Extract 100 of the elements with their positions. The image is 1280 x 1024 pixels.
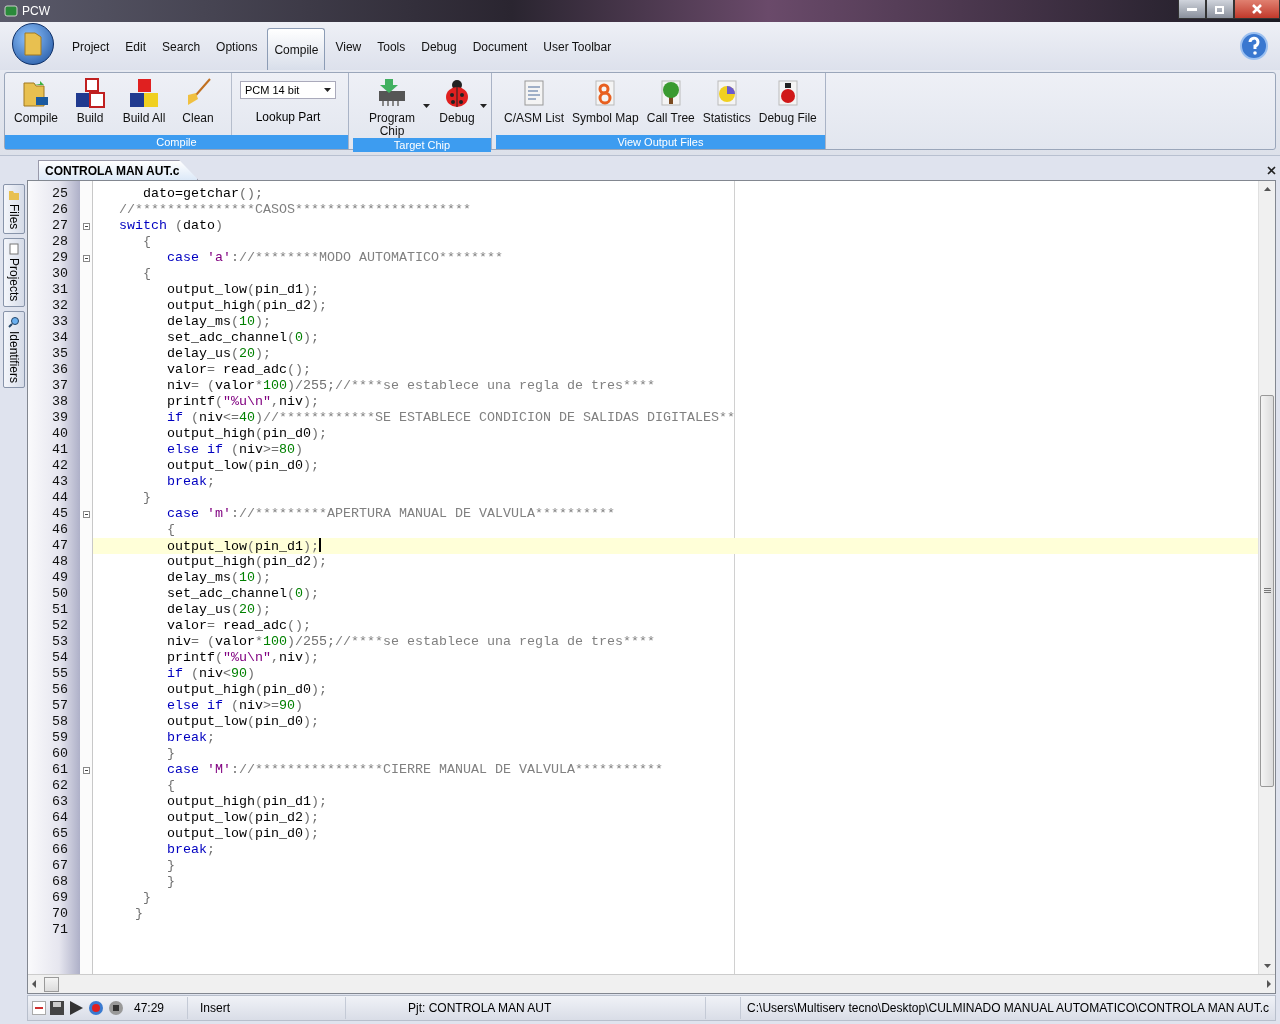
menu-tab[interactable]: User Toolbar [535, 40, 620, 70]
code-line: output_low(pin_d0); [165, 458, 319, 474]
code-line: output_high(pin_d1); [165, 794, 327, 810]
code-line: printf("%u\n",niv); [165, 650, 319, 666]
ribbon-button[interactable]: Clean [171, 73, 225, 135]
line-number: 61 [51, 762, 69, 778]
folder-icon [7, 189, 20, 201]
line-number: 35 [51, 346, 69, 362]
line-number: 56 [51, 682, 69, 698]
line-number: 29 [51, 250, 69, 266]
ribbon-button[interactable]: Debug File [754, 73, 821, 135]
horizontal-scrollbar-thumb[interactable] [44, 976, 59, 992]
line-number: 68 [51, 874, 69, 890]
fold-toggle[interactable] [83, 222, 90, 230]
line-number: 37 [51, 378, 69, 394]
menu-tab[interactable]: Document [464, 40, 536, 70]
fold-toggle[interactable] [83, 254, 90, 262]
grip-icon [1263, 588, 1271, 594]
save-icon[interactable] [50, 1001, 64, 1015]
line-number: 50 [51, 586, 69, 602]
application-button[interactable] [12, 23, 54, 65]
line-number: 43 [51, 474, 69, 490]
menu-tab[interactable]: Edit [117, 40, 155, 70]
line-number: 63 [51, 794, 69, 810]
line-number: 39 [51, 410, 69, 426]
menu-tab[interactable]: Search [154, 40, 209, 70]
line-number: 38 [51, 394, 69, 410]
line-number: 30 [51, 266, 69, 282]
menu-tab[interactable]: Tools [369, 40, 414, 70]
code-line: break; [165, 730, 215, 746]
device-select[interactable]: PCM 14 bit [240, 81, 336, 99]
close-button[interactable] [1234, 0, 1280, 19]
menu-tab[interactable]: Debug [413, 40, 465, 70]
code-line: break; [165, 842, 215, 858]
line-number: 47 [51, 538, 69, 554]
menu-tab[interactable]: Options [208, 40, 266, 70]
ribbon-button[interactable]: Compile [9, 73, 63, 135]
side-tab[interactable]: Files [2, 184, 25, 235]
code-line: printf("%u\n",niv); [165, 394, 319, 410]
code-line: output_low(pin_d2); [165, 810, 319, 826]
close-icon[interactable] [1267, 165, 1276, 175]
code-line: valor= read_adc(); [165, 362, 311, 378]
code-line: if (niv<=40)//************SE ESTABLECE CONDICION DE SALIDAS DIGITALES** [165, 410, 735, 426]
ribbon-button[interactable]: C/ASM List [500, 73, 568, 135]
side-tab[interactable]: Identifiers [2, 310, 25, 388]
line-number: 27 [51, 218, 69, 234]
ribbon-button[interactable]: Statistics [698, 73, 755, 135]
code-line: output_low(pin_d1); [165, 538, 321, 554]
code-line: break; [165, 474, 215, 490]
code-line: output_low(pin_d1); [165, 282, 319, 298]
restore-icon [1215, 4, 1225, 14]
window-title: PCW [22, 4, 50, 18]
ribbon-button[interactable]: Call Tree [642, 73, 699, 135]
code-line: //***************CASOS********************** [118, 202, 471, 218]
line-number: 26 [51, 202, 69, 218]
line-number: 46 [51, 522, 69, 538]
menu-tab[interactable]: View [327, 40, 370, 70]
help-icon[interactable] [1240, 32, 1268, 60]
code-line: } [165, 858, 175, 874]
fold-toggle[interactable] [83, 766, 90, 774]
line-number: 69 [51, 890, 69, 906]
ribbon-button[interactable]: Build All [117, 73, 171, 135]
fold-toggle[interactable] [83, 510, 90, 518]
blocks-icon [74, 77, 106, 109]
ribbon-button[interactable]: Program Chip [357, 73, 427, 138]
app-icon [4, 4, 18, 18]
minus-icon[interactable] [32, 1001, 46, 1015]
caret-icon [480, 103, 487, 108]
play-icon[interactable] [68, 1000, 84, 1016]
file-path: C:\Users\Multiserv tecno\Desktop\CULMINADO MANUAL AUTOMATICO\CONTROLA MAN AUT.c [740, 997, 1275, 1019]
line-number: 48 [51, 554, 69, 570]
code-line: if (niv<90) [165, 666, 255, 682]
caret-icon [324, 88, 331, 92]
ribbon-button[interactable]: Debug [430, 73, 484, 138]
down-arrow-icon [1263, 964, 1271, 968]
menu-tab[interactable]: Project [64, 40, 118, 70]
minimize-button[interactable] [1178, 0, 1206, 19]
ribbon-button[interactable]: Symbol Map [568, 73, 643, 135]
code-line: delay_ms(10); [165, 314, 271, 330]
lookup-part-button[interactable]: Lookup Part [249, 109, 327, 125]
line-number: 55 [51, 666, 69, 682]
line-number: 34 [51, 330, 69, 346]
line-number: 60 [51, 746, 69, 762]
code-line: else if (niv>=80) [165, 442, 303, 458]
file-tab[interactable]: CONTROLA MAN AUT.c [38, 160, 199, 180]
code-line: niv= (valor*100)/255;//****se establece una regla de tres**** [165, 634, 655, 650]
document-icon [7, 243, 20, 256]
code-line: { [142, 234, 151, 250]
menu-tab[interactable]: Compile [267, 28, 326, 70]
line-number: 44 [51, 490, 69, 506]
restore-button[interactable] [1206, 0, 1234, 19]
side-tab[interactable]: Projects [2, 238, 25, 307]
line-number: 42 [51, 458, 69, 474]
code-line: set_adc_channel(0); [165, 586, 319, 602]
scrollbar-thumb[interactable] [1260, 395, 1274, 787]
record-icon[interactable] [88, 1000, 104, 1016]
close-icon [1252, 4, 1262, 14]
stop-icon[interactable] [108, 1000, 124, 1016]
ribbon-button[interactable]: Build [63, 73, 117, 135]
code-line: dato=getchar(); [142, 186, 263, 202]
